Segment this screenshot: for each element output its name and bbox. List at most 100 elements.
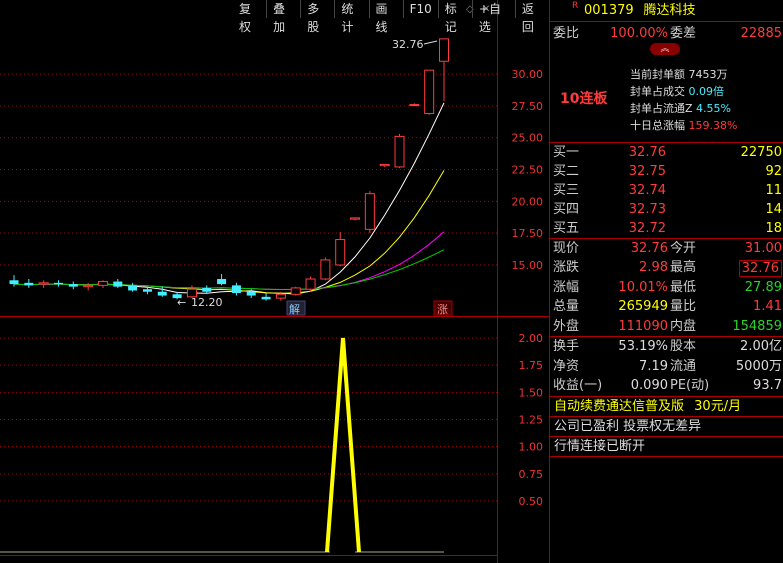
quote-value: 1.41 xyxy=(753,299,782,315)
low-price-arrow: ← xyxy=(177,296,186,309)
ad-price: 30元/月 xyxy=(694,399,742,414)
candle-body xyxy=(202,287,212,292)
toolbar-f10-button[interactable]: F10 xyxy=(402,0,438,18)
candle-body xyxy=(305,278,316,290)
bid-price: 32.74 xyxy=(628,183,666,198)
quote-label: 涨幅 xyxy=(553,279,580,295)
price-tick-label: 25.00 xyxy=(512,132,544,145)
weibi-value: 100.00% xyxy=(610,26,668,41)
quote-value: 32.76 xyxy=(738,260,782,278)
quote-label: 总量 xyxy=(553,299,580,315)
quote-label: 涨跌 xyxy=(553,260,580,276)
price-tick-label: 30.00 xyxy=(512,68,544,81)
quote-row: 总量 265949 量比 1.41 xyxy=(550,297,783,316)
fund-row: 净资 7.19 流通 5000万 xyxy=(550,357,783,377)
candle-body xyxy=(275,293,286,299)
bid-row[interactable]: 买三 32.74 11 xyxy=(550,181,783,200)
toolbar-multi-stock-button[interactable]: 多股 xyxy=(300,0,334,34)
fund-value: 53.19% xyxy=(618,339,668,354)
price-tick-label: 17.50 xyxy=(512,227,544,240)
price-tick-label: 20.00 xyxy=(512,195,544,208)
moving-average-lines xyxy=(13,102,445,295)
toolbar-mark-button[interactable]: 标记 xyxy=(437,0,472,34)
fund-label: 换手 xyxy=(553,339,580,354)
candle-body xyxy=(157,291,167,296)
toolbar-overlay-button[interactable]: 叠加 xyxy=(266,0,300,34)
indicator-axis: 2.00 1.75 1.50 1.25 1.00 0.75 0.50 xyxy=(519,332,544,508)
quote-label: 现价 xyxy=(553,241,580,256)
bid-row[interactable]: 买一 32.76 22750 xyxy=(550,143,783,162)
low-price-label: 12.20 xyxy=(191,296,223,309)
candle-body xyxy=(231,285,241,294)
candle-body xyxy=(113,281,123,287)
fund-value: 2.00亿 xyxy=(740,339,782,354)
bid-price: 32.75 xyxy=(628,164,666,179)
seal-line-4: 十日总涨幅 159.38% xyxy=(630,119,738,132)
connection-status: 行情连接已断开 xyxy=(554,439,646,454)
stock-header: R 001379 腾达科技 xyxy=(550,0,783,21)
toolbar-stats-button[interactable]: 统计 xyxy=(334,0,368,34)
candle-body xyxy=(53,282,63,285)
fund-label: PE(动) xyxy=(670,378,710,394)
toolbar-back-button[interactable]: 返回 xyxy=(514,0,549,34)
candle-body xyxy=(83,284,94,288)
quote-row: 涨幅 10.01% 最低 27.89 xyxy=(550,278,783,297)
toolbar-fuquan-button[interactable]: 复权 xyxy=(233,0,266,34)
indicator-tick-label: 1.25 xyxy=(519,414,544,427)
quote-value: 265949 xyxy=(618,299,668,315)
tag-zhang[interactable]: 涨 xyxy=(437,303,448,316)
indicator-spike xyxy=(325,337,361,553)
r-badge: R xyxy=(572,1,579,11)
fund-label: 净资 xyxy=(553,358,580,374)
bid-label: 买一 xyxy=(553,145,580,160)
bid-row[interactable]: 买二 32.75 92 xyxy=(550,162,783,181)
candle-body xyxy=(320,259,331,280)
company-note: 公司已盈利 投票权无差异 xyxy=(554,419,702,434)
indicator-tick-label: 0.75 xyxy=(519,468,544,481)
bid-label: 买三 xyxy=(553,183,580,198)
bid-volume: 14 xyxy=(765,202,782,217)
toolbar-add-watchlist-button[interactable]: +自选 xyxy=(471,0,515,34)
subscription-ad[interactable]: 自动续费通达信普及版 30元/月 xyxy=(550,397,783,417)
bid-volume: 11 xyxy=(765,183,782,198)
candle-body xyxy=(261,296,271,300)
fund-label: 收益(一) xyxy=(553,378,603,394)
candle-body xyxy=(68,284,78,287)
indicator-tick-label: 0.50 xyxy=(519,495,544,508)
weibi-label: 委比 xyxy=(553,26,580,41)
candle-body xyxy=(394,135,405,168)
collapse-chevron-icon[interactable]: ︽ xyxy=(650,43,680,55)
fund-label: 股本 xyxy=(670,339,697,354)
indicator-tick-label: 1.75 xyxy=(519,359,544,372)
bid-label: 买五 xyxy=(553,221,580,236)
kline-chart[interactable]: 32.76 ← 12.20 解 涨 30.00 27.50 25.00 22.50 20… xyxy=(0,0,549,563)
price-axis: 30.00 27.50 25.00 22.50 20.00 17.50 15.00 xyxy=(512,68,544,272)
kline-chart-area[interactable]: 32.76 ← 12.20 解 涨 30.00 27.50 25.00 22.50 20… xyxy=(0,0,549,563)
fund-label: 流通 xyxy=(670,358,697,374)
ad-text: 自动续费通达信普及版 xyxy=(554,399,685,414)
candle-body xyxy=(409,104,420,107)
toolbar-draw-button[interactable]: 画线 xyxy=(368,0,403,34)
candle-body xyxy=(128,285,138,291)
quote-label: 量比 xyxy=(670,299,697,315)
fund-value: 7.19 xyxy=(639,358,668,374)
bid-row[interactable]: 买五 32.72 18 xyxy=(550,219,783,238)
bid-book: 买一 32.76 22750 买二 32.75 92 买三 32.74 11 买四 3… xyxy=(550,143,783,238)
fund-row: 换手 53.19% 股本 2.00亿 xyxy=(550,337,783,357)
quote-label: 今开 xyxy=(670,241,697,256)
quote-value: 111090 xyxy=(618,318,668,334)
stock-name: 腾达科技 xyxy=(643,3,696,18)
seal-line-2: 封单占成交 0.09倍 xyxy=(630,85,724,98)
lianban-title: 10连板 xyxy=(560,91,608,107)
bid-volume: 18 xyxy=(765,221,782,236)
tag-jie[interactable]: 解 xyxy=(289,302,300,316)
fund-row: 收益(一) 0.090 PE(动) 93.7 xyxy=(550,376,783,396)
quote-row: 外盘 111090 内盘 154859 xyxy=(550,317,783,336)
seal-line-1: 当前封单额 7453万 xyxy=(630,68,728,81)
candle-body xyxy=(350,217,361,220)
quote-value: 154859 xyxy=(732,318,782,334)
ma-line xyxy=(13,231,445,291)
indicator-tick-label: 1.50 xyxy=(519,386,544,399)
bid-row[interactable]: 买四 32.73 14 xyxy=(550,200,783,219)
candle-body xyxy=(290,287,301,295)
